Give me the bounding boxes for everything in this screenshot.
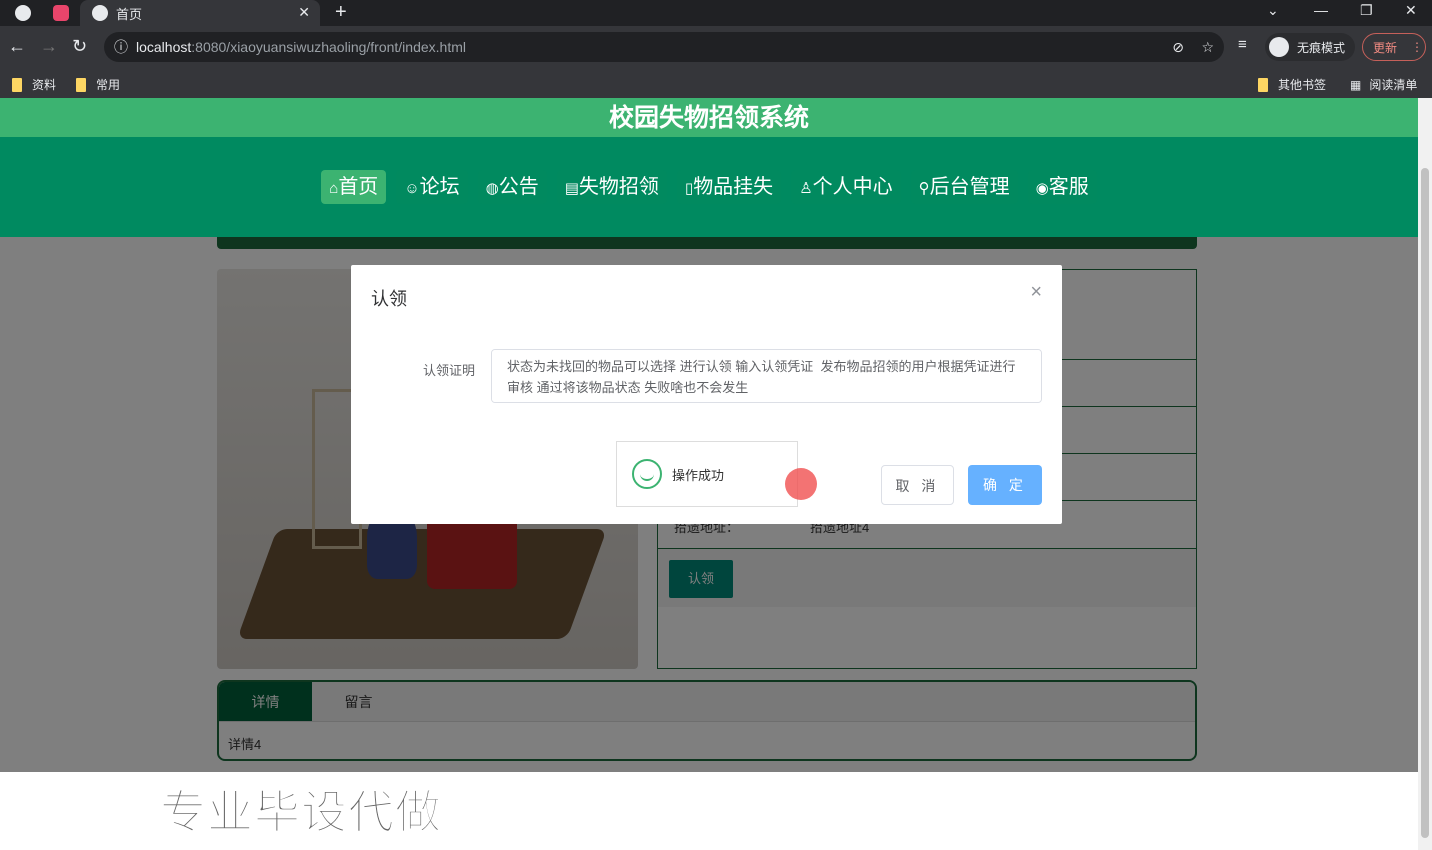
- eye-off-icon[interactable]: ⊘: [1172, 39, 1184, 56]
- nav-label: 客服: [1049, 176, 1089, 198]
- nav-label: 后台管理: [930, 176, 1010, 198]
- info-icon[interactable]: ⓘ: [114, 37, 128, 57]
- dialog-title: 认领: [371, 285, 407, 311]
- reading-list-label: 阅读清单: [1369, 76, 1417, 93]
- bookmark-label: 常用: [96, 76, 120, 93]
- nav-item[interactable]: ▯物品挂失: [677, 170, 781, 204]
- tab-title: 首页: [116, 4, 142, 23]
- nav-icon: ⌂: [329, 180, 338, 197]
- other-bookmarks-label: 其他书签: [1278, 76, 1326, 93]
- restore-button[interactable]: ❐: [1360, 2, 1373, 19]
- nav-label: 首页: [338, 176, 378, 198]
- nav-label: 物品挂失: [693, 176, 773, 198]
- bookmark-folder[interactable]: 资料: [12, 76, 56, 93]
- scrollbar-thumb[interactable]: [1421, 168, 1429, 838]
- globe-icon: [92, 5, 108, 21]
- nav-icon: ▤: [565, 180, 579, 197]
- bookmarks-bar: 资料 常用 其他书签 ▦ 阅读清单: [0, 70, 1432, 98]
- nav-item[interactable]: ♙个人中心: [791, 170, 900, 204]
- nav-item[interactable]: ⚲后台管理: [911, 170, 1018, 204]
- bookmark-folder[interactable]: 常用: [76, 76, 120, 93]
- nav-label: 论坛: [420, 176, 460, 198]
- url-host: localhost: [136, 39, 191, 55]
- folder-icon: [76, 78, 86, 92]
- minimize-button[interactable]: —: [1314, 2, 1328, 18]
- nav-label: 个人中心: [813, 176, 893, 198]
- reading-list[interactable]: ▦ 阅读清单: [1350, 76, 1417, 93]
- url-path: :8080/xiaoyuansiwuzhaoling/front/index.h…: [191, 39, 466, 55]
- scrollbar[interactable]: [1418, 98, 1432, 850]
- nav-label: 公告: [499, 176, 539, 198]
- more-icon: ⋮: [1411, 40, 1423, 54]
- nav-icon: ◍: [486, 180, 499, 197]
- star-icon[interactable]: ☆: [1201, 39, 1214, 56]
- update-label: 更新: [1373, 39, 1397, 56]
- pinned-tab-globe-icon[interactable]: [15, 5, 31, 21]
- browser-toolbar: ← → ↻ localhost:8080/xiaoyuansiwuzhaolin…: [0, 26, 1432, 70]
- close-tab-icon[interactable]: ✕: [298, 4, 310, 21]
- folder-icon: [1258, 78, 1268, 92]
- claim-proof-label: 认领证明: [423, 360, 475, 379]
- close-window-button[interactable]: ✕: [1405, 2, 1417, 19]
- nav-item[interactable]: ◉客服: [1028, 170, 1097, 204]
- new-tab-button[interactable]: +: [335, 1, 347, 24]
- address-bar[interactable]: localhost:8080/xiaoyuansiwuzhaoling/fron…: [104, 32, 1224, 62]
- other-bookmarks[interactable]: 其他书签: [1258, 76, 1326, 93]
- tab-search-icon[interactable]: ⌄: [1267, 2, 1279, 19]
- nav-icon: ⚲: [919, 180, 930, 197]
- cursor-highlight: [785, 468, 817, 500]
- reload-icon[interactable]: ↻: [72, 36, 87, 57]
- main-nav: ⌂首页 ☺论坛 ◍公告 ▤失物招领 ▯物品挂失 ♙个人中心 ⚲后台管理 ◉客服: [0, 137, 1418, 237]
- close-icon[interactable]: ×: [1030, 281, 1042, 304]
- incognito-badge[interactable]: 无痕模式: [1265, 33, 1355, 61]
- smile-icon: [632, 459, 662, 489]
- folder-icon: [12, 78, 22, 92]
- toast-message: 操作成功: [672, 465, 724, 484]
- watermark: 专业毕设代做: [160, 776, 442, 842]
- browser-tab-bar: 首页 ✕ + ⌄ — ❐ ✕: [0, 0, 1432, 26]
- nav-item[interactable]: ⌂首页: [321, 170, 386, 204]
- nav-item[interactable]: ◍公告: [478, 170, 547, 204]
- site-title: 校园失物招领系统: [0, 98, 1418, 137]
- nav-icon: ◉: [1036, 180, 1049, 197]
- claim-proof-input[interactable]: 状态为未找回的物品可以选择 进行认领 输入认领凭证 发布物品招领的用户根据凭证进…: [491, 349, 1042, 403]
- active-tab[interactable]: 首页 ✕: [80, 0, 320, 26]
- nav-icon: ▯: [685, 180, 693, 197]
- nav-label: 失物招领: [579, 176, 659, 198]
- forward-icon[interactable]: →: [40, 36, 58, 57]
- incognito-label: 无痕模式: [1297, 39, 1345, 56]
- success-toast: 操作成功: [616, 441, 798, 507]
- back-icon[interactable]: ←: [8, 36, 26, 57]
- media-icon[interactable]: ≡: [1238, 36, 1247, 53]
- update-button[interactable]: 更新 ⋮: [1362, 33, 1426, 61]
- pinned-tab-app-icon[interactable]: [53, 5, 69, 21]
- nav-item[interactable]: ☺论坛: [396, 170, 467, 204]
- nav-icon: ☺: [404, 180, 419, 197]
- bookmark-label: 资料: [32, 76, 56, 93]
- cancel-button[interactable]: 取 消: [881, 465, 954, 505]
- reading-list-icon: ▦: [1350, 78, 1361, 92]
- confirm-button[interactable]: 确 定: [968, 465, 1042, 505]
- nav-item[interactable]: ▤失物招领: [557, 170, 667, 204]
- nav-icon: ♙: [799, 180, 812, 197]
